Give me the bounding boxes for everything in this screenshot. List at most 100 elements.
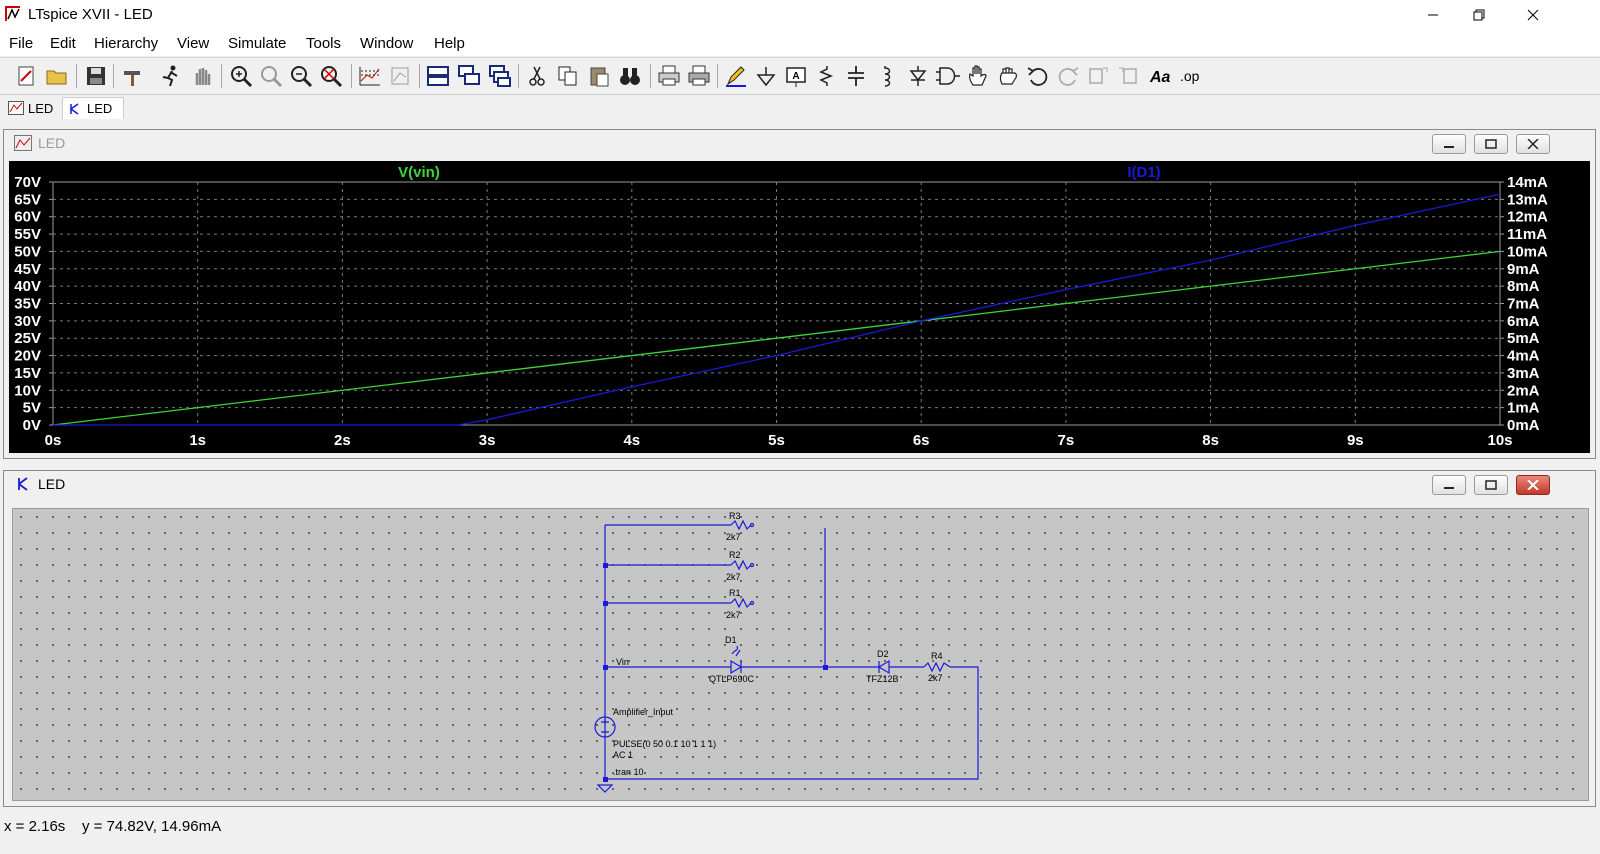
undo-icon[interactable] [1025, 63, 1051, 89]
waveform-maximize-button[interactable] [1474, 134, 1508, 154]
new-schematic-icon[interactable] [14, 63, 40, 89]
print-setup-icon[interactable] [686, 63, 712, 89]
capacitor-icon[interactable] [843, 63, 869, 89]
menu-edit[interactable]: Edit [50, 35, 76, 52]
diode-icon[interactable] [905, 63, 931, 89]
source-value: PULSE(0 50 0.1 10 1 1 1) [613, 739, 716, 749]
menu-bar: File Edit Hierarchy View Simulate Tools … [0, 30, 1600, 56]
y-left-tick-label: 55V [14, 226, 41, 243]
resistor-r4-symbol [923, 661, 951, 673]
y-left-tick-label: 70V [14, 174, 41, 191]
open-folder-icon[interactable] [44, 63, 70, 89]
autorange-icon[interactable] [357, 63, 383, 89]
d1-label: D1 [725, 635, 737, 645]
y-right-tick-label: 9mA [1507, 261, 1540, 278]
menu-file[interactable]: File [9, 35, 33, 52]
junction-dot [603, 601, 608, 606]
schematic-window-title: LED [38, 476, 66, 492]
tran-directive: .tran 10 [613, 767, 644, 777]
text-comment-icon[interactable]: Aa [1148, 63, 1174, 89]
x-tick-label: 2s [334, 432, 351, 449]
cascade-windows-icon[interactable] [456, 63, 482, 89]
maximize-icon [1485, 139, 1497, 149]
y-left-tick-label: 60V [14, 209, 41, 226]
move-hand-icon[interactable] [965, 63, 991, 89]
tab-label: LED [28, 100, 54, 116]
y-left-tick-label: 25V [14, 330, 41, 347]
menu-simulate[interactable]: Simulate [228, 35, 286, 52]
inductor-icon[interactable] [873, 63, 899, 89]
window-title: LTspice XVII - LED [28, 6, 153, 23]
halt-hand-icon[interactable] [190, 63, 216, 89]
menu-help[interactable]: Help [434, 35, 465, 52]
schematic-canvas[interactable]: R3 2k7 R2 2k7 R1 2k7 R4 2k7 D1 QTLP690C … [12, 508, 1589, 801]
resistor-icon[interactable] [813, 63, 839, 89]
y-right-tick-label: 13mA [1507, 191, 1548, 208]
menu-hierarchy[interactable]: Hierarchy [94, 35, 158, 52]
save-icon[interactable] [83, 63, 109, 89]
label-net-icon[interactable]: A [783, 63, 809, 89]
schematic-maximize-button[interactable] [1474, 475, 1508, 495]
minimize-icon [1428, 14, 1438, 16]
y-right-tick-label: 14mA [1507, 174, 1548, 191]
y-left-tick-label: 10V [14, 382, 41, 399]
find-binoculars-icon[interactable] [617, 63, 643, 89]
schematic-close-button[interactable] [1516, 475, 1550, 495]
draw-wire-pencil-icon[interactable] [723, 63, 749, 89]
schematic-minimize-button[interactable] [1432, 475, 1466, 495]
waveform-plot[interactable]: 0s 1s 2s 3s 4s 5s 6s 7s 8s 9s 10s 0V 5V 10V 15V 20V 25V 3… [9, 161, 1590, 453]
y-right-tick-label: 7mA [1507, 296, 1540, 313]
y-right-tick-label: 3mA [1507, 365, 1540, 382]
resistor-r3-symbol [730, 519, 752, 531]
restore-button[interactable] [1456, 0, 1502, 30]
run-simulation-icon[interactable] [158, 63, 184, 89]
y-left-tick-label: 65V [14, 191, 41, 208]
paste-icon[interactable] [586, 63, 612, 89]
menu-tools[interactable]: Tools [306, 35, 341, 52]
net-label-vin: Vin [616, 657, 629, 667]
toolbar-separator [717, 64, 718, 88]
waveform-minimize-button[interactable] [1432, 134, 1466, 154]
y-left-tick-label: 40V [14, 278, 41, 295]
tile-vertical-icon[interactable] [487, 63, 513, 89]
menu-window[interactable]: Window [360, 35, 413, 52]
pan-icon[interactable] [258, 63, 284, 89]
close-button[interactable] [1510, 0, 1556, 30]
y-left-tick-label: 50V [14, 243, 41, 260]
x-tick-label: 5s [768, 432, 785, 449]
mirror-icon[interactable] [1115, 63, 1141, 89]
toolbar-separator [221, 64, 222, 88]
control-panel-hammer-icon[interactable] [120, 63, 146, 89]
component-gate-icon[interactable] [935, 63, 961, 89]
menu-view[interactable]: View [177, 35, 209, 52]
tab-led-schematic[interactable]: LED [62, 97, 124, 119]
title-bar: LTspice XVII - LED [0, 0, 1600, 30]
spice-directive-icon[interactable]: .op [1178, 63, 1204, 89]
close-icon [1527, 139, 1539, 149]
ground-icon[interactable] [753, 63, 779, 89]
rotate-icon[interactable] [1085, 63, 1111, 89]
tab-led-plot[interactable]: LED [4, 97, 60, 119]
waveform-close-button[interactable] [1516, 134, 1550, 154]
junction-dot [603, 563, 608, 568]
edit-plot-icon[interactable] [388, 63, 414, 89]
zoom-out-icon[interactable] [288, 63, 314, 89]
redo-icon[interactable] [1055, 63, 1081, 89]
zoom-full-icon[interactable] [318, 63, 344, 89]
drag-hand-icon[interactable] [995, 63, 1021, 89]
cut-scissors-icon[interactable] [524, 63, 550, 89]
x-tick-label: 1s [189, 432, 206, 449]
y-right-tick-label: 6mA [1507, 313, 1540, 330]
minimize-button[interactable] [1410, 0, 1456, 30]
wire [605, 666, 979, 780]
resistor-r2-symbol [730, 559, 752, 571]
tile-horizontal-icon[interactable] [425, 63, 451, 89]
y-left-tick-label: 5V [23, 400, 41, 417]
zoom-in-icon[interactable] [228, 63, 254, 89]
copy-icon[interactable] [555, 63, 581, 89]
x-tick-label: 8s [1202, 432, 1219, 449]
source-name: Amplifier_Input [613, 707, 674, 717]
x-tick-label: 7s [1058, 432, 1075, 449]
x-tick-label: 10s [1487, 432, 1512, 449]
print-icon[interactable] [656, 63, 682, 89]
